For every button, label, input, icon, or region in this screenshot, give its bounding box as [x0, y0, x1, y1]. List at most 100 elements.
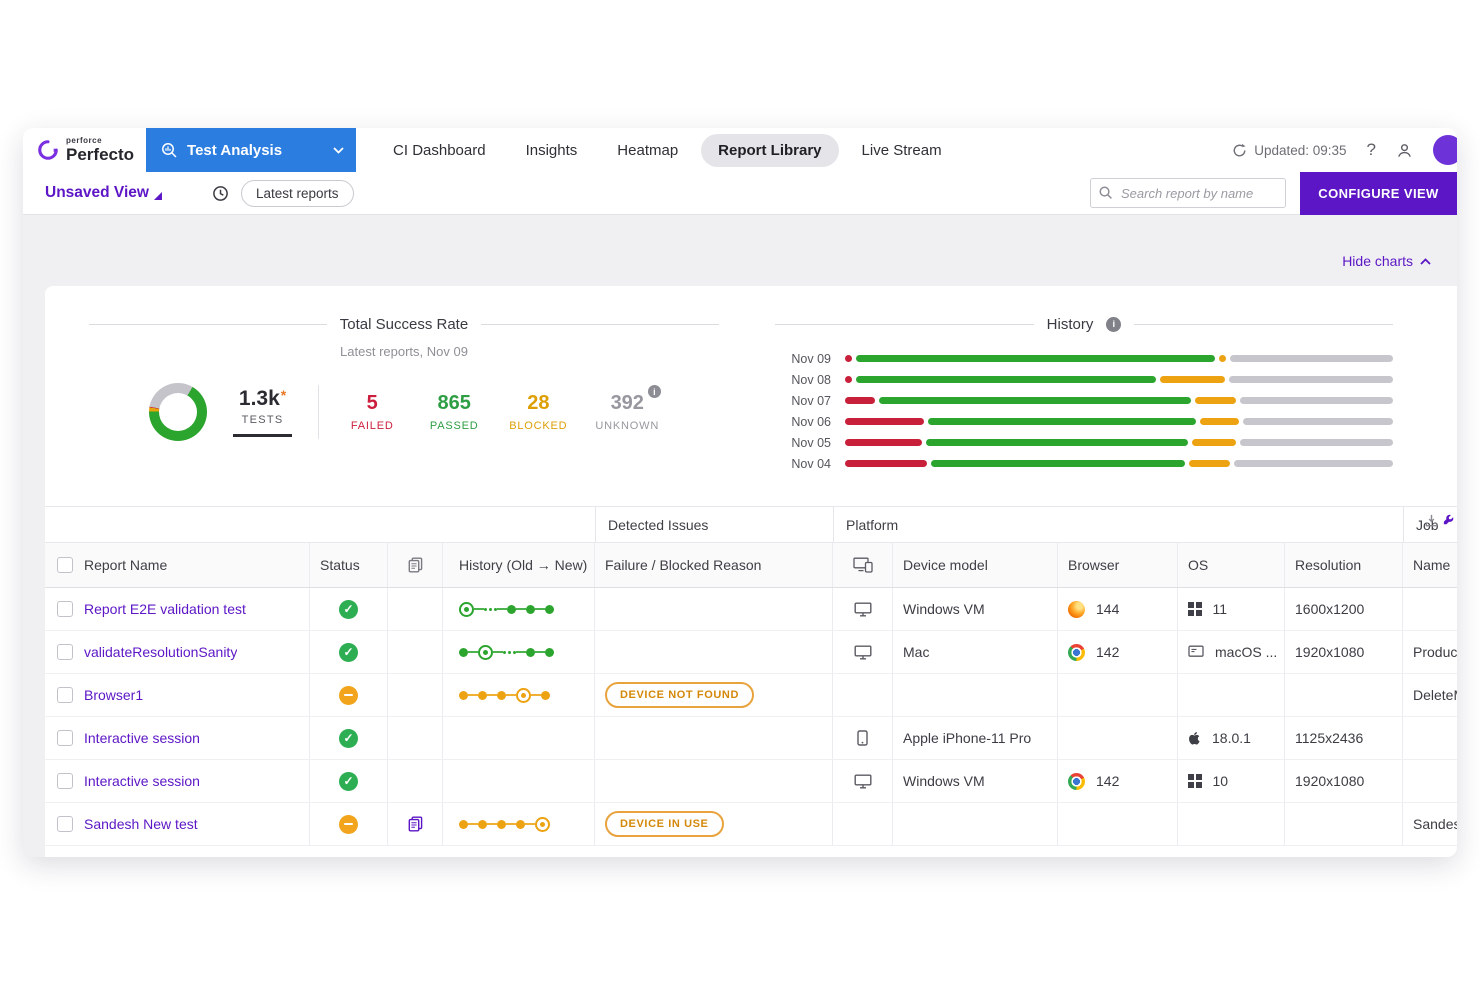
col-job-name[interactable]: Name	[1413, 557, 1450, 573]
bar-segment-failed[interactable]	[845, 439, 922, 446]
history-dots[interactable]	[459, 817, 550, 832]
report-name-link[interactable]: Interactive session	[84, 773, 200, 789]
history-dot[interactable]	[459, 691, 468, 700]
table-row[interactable]: Interactive session✓Windows VM142101920x…	[45, 760, 1457, 803]
bar-segment-blocked[interactable]	[1219, 355, 1226, 362]
col-history[interactable]: History (Old → New)	[459, 557, 587, 573]
copy-report-icon[interactable]	[408, 816, 423, 832]
history-dot[interactable]	[459, 648, 468, 657]
bar-segment-blocked[interactable]	[1195, 397, 1236, 404]
history-current-dot[interactable]	[516, 688, 531, 703]
col-report-name[interactable]: Report Name	[84, 557, 167, 573]
bar-segment-blocked[interactable]	[1160, 376, 1225, 383]
history-current-dot[interactable]	[535, 817, 550, 832]
col-failure-reason[interactable]: Failure / Blocked Reason	[605, 557, 761, 573]
bar-segment-passed[interactable]	[856, 355, 1215, 362]
table-row[interactable]: validateResolutionSanity✓Mac142macOS ...…	[45, 631, 1457, 674]
history-dot[interactable]	[526, 605, 535, 614]
bar-segment-failed[interactable]	[845, 355, 852, 362]
history-clock-button[interactable]	[212, 185, 229, 202]
col-os[interactable]: OS	[1188, 557, 1208, 573]
search-input[interactable]	[1090, 178, 1286, 208]
bar-segment-failed[interactable]	[845, 376, 852, 383]
chevron-up-icon	[1420, 258, 1431, 265]
bar-segment-passed[interactable]	[931, 460, 1185, 467]
history-current-dot[interactable]	[459, 602, 474, 617]
configure-view-button[interactable]: CONFIGURE VIEW	[1300, 172, 1457, 215]
history-dots[interactable]	[459, 688, 550, 703]
history-current-dot[interactable]	[478, 645, 493, 660]
col-resolution[interactable]: Resolution	[1295, 557, 1361, 573]
table-row[interactable]: Report E2E validation test✓Windows VM144…	[45, 588, 1457, 631]
help-button[interactable]: ?	[1367, 140, 1376, 160]
row-checkbox[interactable]	[57, 687, 73, 703]
history-dot[interactable]	[545, 605, 554, 614]
hide-charts-label: Hide charts	[1342, 253, 1413, 269]
browser-version: 142	[1096, 773, 1119, 789]
history-dots[interactable]	[459, 645, 554, 660]
history-dot[interactable]	[497, 820, 506, 829]
col-device-model[interactable]: Device model	[903, 557, 988, 573]
report-name-link[interactable]: Sandesh New test	[84, 816, 198, 832]
history-dot[interactable]	[545, 648, 554, 657]
nav-item-ci-dashboard[interactable]: CI Dashboard	[376, 134, 503, 167]
table-row[interactable]: Sandesh New testDEVICE IN USESandesh	[45, 803, 1457, 846]
bar-segment-blocked[interactable]	[1192, 439, 1236, 446]
bar-segment-unknown[interactable]	[1240, 397, 1393, 404]
bar-segment-passed[interactable]	[856, 376, 1156, 383]
bar-segment-unknown[interactable]	[1243, 418, 1393, 425]
table-row[interactable]: Interactive session✓Apple iPhone-11 Pro1…	[45, 717, 1457, 760]
bar-segment-blocked[interactable]	[1200, 418, 1238, 425]
info-icon[interactable]: i	[1106, 317, 1121, 332]
avatar[interactable]	[1433, 135, 1457, 165]
report-name-link[interactable]: Interactive session	[84, 730, 200, 746]
download-icon[interactable]	[1424, 513, 1439, 528]
bar-segment-unknown[interactable]	[1229, 376, 1393, 383]
hide-charts-link[interactable]: Hide charts	[1342, 253, 1431, 269]
row-checkbox[interactable]	[57, 816, 73, 832]
updated-status[interactable]: Updated: 09:35	[1232, 143, 1346, 158]
row-checkbox[interactable]	[57, 730, 73, 746]
resolution-value: 1920x1080	[1295, 773, 1364, 789]
bar-segment-failed[interactable]	[845, 460, 927, 467]
report-name-link[interactable]: validateResolutionSanity	[84, 644, 237, 660]
nav-item-insights[interactable]: Insights	[509, 134, 595, 167]
table-row[interactable]: Browser1DEVICE NOT FOUNDDeleteM	[45, 674, 1457, 717]
wrench-icon[interactable]	[1442, 513, 1457, 528]
history-dot[interactable]	[507, 605, 516, 614]
col-status[interactable]: Status	[320, 557, 360, 573]
history-dots[interactable]	[459, 602, 554, 617]
view-selector[interactable]: Unsaved View	[45, 184, 162, 202]
product-selector-label: Test Analysis	[187, 142, 324, 159]
info-icon[interactable]: i	[648, 385, 661, 398]
bar-segment-passed[interactable]	[879, 397, 1191, 404]
bar-segment-unknown[interactable]	[1234, 460, 1393, 467]
col-browser[interactable]: Browser	[1068, 557, 1119, 573]
history-dot[interactable]	[478, 820, 487, 829]
history-dot[interactable]	[516, 820, 525, 829]
product-selector[interactable]: Test Analysis	[146, 128, 356, 172]
bar-segment-passed[interactable]	[928, 418, 1196, 425]
report-name-link[interactable]: Browser1	[84, 687, 143, 703]
history-dot[interactable]	[541, 691, 550, 700]
user-icon[interactable]	[1396, 142, 1413, 159]
bar-segment-failed[interactable]	[845, 397, 875, 404]
bar-segment-blocked[interactable]	[1189, 460, 1230, 467]
history-dot[interactable]	[478, 691, 487, 700]
row-checkbox[interactable]	[57, 773, 73, 789]
nav-item-report-library[interactable]: Report Library	[701, 134, 838, 167]
report-name-link[interactable]: Report E2E validation test	[84, 601, 246, 617]
row-checkbox[interactable]	[57, 601, 73, 617]
history-dot[interactable]	[459, 820, 468, 829]
bar-segment-unknown[interactable]	[1230, 355, 1393, 362]
nav-item-heatmap[interactable]: Heatmap	[600, 134, 695, 167]
bar-segment-failed[interactable]	[845, 418, 924, 425]
history-dot[interactable]	[526, 648, 535, 657]
row-checkbox[interactable]	[57, 644, 73, 660]
latest-reports-button[interactable]: Latest reports	[241, 180, 354, 207]
bar-segment-passed[interactable]	[926, 439, 1189, 446]
history-dot[interactable]	[497, 691, 506, 700]
bar-segment-unknown[interactable]	[1240, 439, 1393, 446]
select-all-checkbox[interactable]	[57, 557, 73, 573]
nav-item-live-stream[interactable]: Live Stream	[845, 134, 959, 167]
